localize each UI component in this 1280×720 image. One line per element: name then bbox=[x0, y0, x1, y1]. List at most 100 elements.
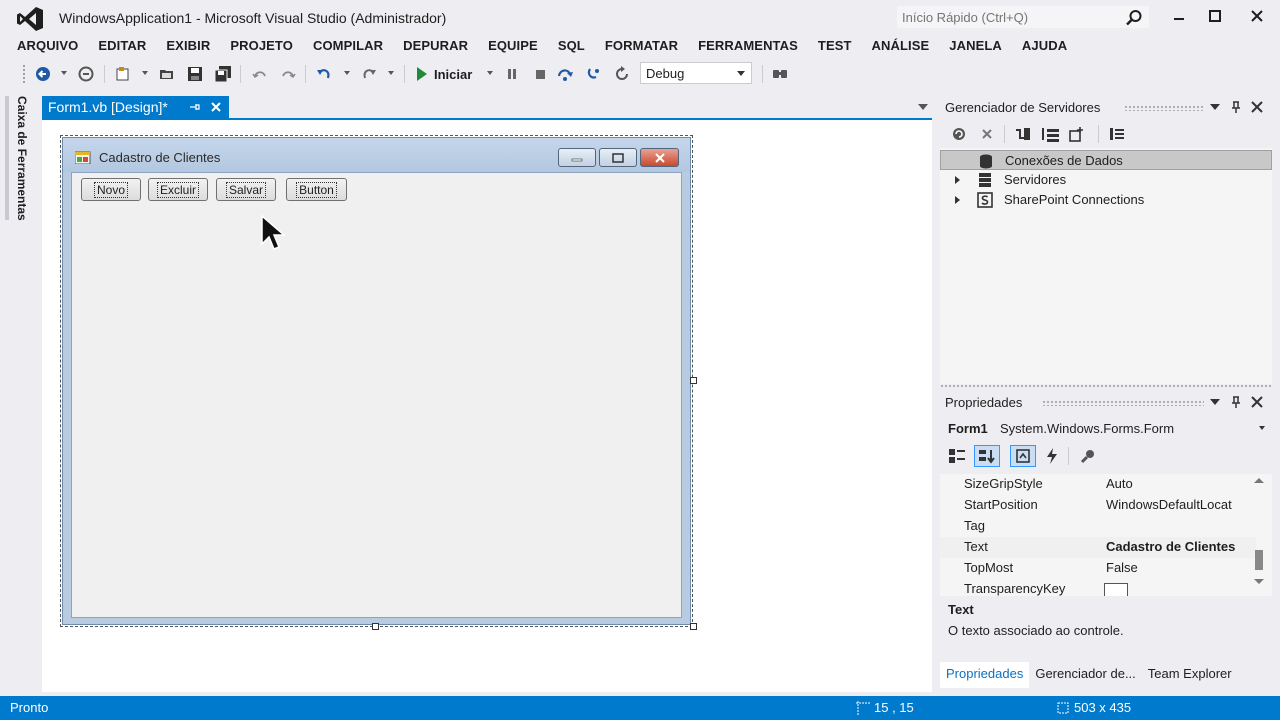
step-into-button[interactable] bbox=[585, 65, 603, 83]
server-explorer-pin-button[interactable] bbox=[1229, 100, 1243, 114]
save-all-button[interactable] bbox=[214, 65, 232, 83]
server-explorer-options-button[interactable] bbox=[1208, 100, 1222, 114]
property-value[interactable]: False bbox=[1106, 560, 1252, 575]
form-minimize-button[interactable] bbox=[558, 148, 596, 167]
navigate-back-button[interactable] bbox=[34, 65, 52, 83]
scrollbar-thumb[interactable] bbox=[1255, 550, 1263, 570]
new-project-button[interactable] bbox=[114, 65, 132, 83]
property-value[interactable]: WindowsDefaultLocat bbox=[1106, 497, 1252, 512]
quick-launch-input[interactable] bbox=[897, 6, 1117, 28]
panel-grip[interactable] bbox=[1042, 400, 1204, 406]
property-value[interactable]: Auto bbox=[1106, 476, 1252, 491]
menu-projeto[interactable]: PROJETO bbox=[220, 36, 303, 58]
salvar-button[interactable]: Salvar bbox=[216, 178, 276, 201]
property-pages-button[interactable] bbox=[1079, 447, 1097, 465]
menu-equipe[interactable]: EQUIPE bbox=[478, 36, 548, 58]
novo-button[interactable]: Novo bbox=[81, 178, 141, 201]
menu-sql[interactable]: SQL bbox=[548, 36, 595, 58]
redo-dropdown-caret[interactable] bbox=[388, 71, 394, 75]
expand-arrow-icon[interactable] bbox=[955, 176, 960, 184]
server-explorer-close-button[interactable] bbox=[1250, 100, 1264, 114]
document-tab-form1-design[interactable]: Form1.vb [Design]* bbox=[42, 96, 229, 118]
close-window-button[interactable] bbox=[1240, 4, 1274, 28]
properties-options-button[interactable] bbox=[1208, 395, 1222, 409]
property-grid-scrollbar[interactable] bbox=[1252, 476, 1266, 590]
save-button[interactable] bbox=[186, 65, 204, 83]
tab-properties[interactable]: Propriedades bbox=[940, 662, 1030, 688]
start-debugging-button[interactable]: Iniciar bbox=[416, 64, 472, 84]
menu-compilar[interactable]: COMPILAR bbox=[303, 36, 393, 58]
property-row[interactable]: SizeGripStyle Auto bbox=[940, 474, 1256, 495]
alphabetical-button[interactable] bbox=[974, 445, 1000, 467]
new-dropdown-caret[interactable] bbox=[142, 71, 148, 75]
solution-configuration-select[interactable]: Debug bbox=[640, 62, 752, 84]
menu-test[interactable]: TEST bbox=[808, 36, 862, 58]
scroll-down-icon[interactable] bbox=[1252, 578, 1266, 586]
start-dropdown-caret[interactable] bbox=[487, 71, 493, 75]
toolbar-grip[interactable] bbox=[22, 64, 26, 84]
design-form-client-area[interactable]: Novo Excluir Salvar Button bbox=[71, 172, 682, 618]
undo-dropdown-caret[interactable] bbox=[344, 71, 350, 75]
menu-exibir[interactable]: EXIBIR bbox=[156, 36, 220, 58]
properties-pin-button[interactable] bbox=[1229, 395, 1243, 409]
properties-object-selector[interactable]: Form1 System.Windows.Forms.Form bbox=[940, 418, 1272, 440]
tab-team-explorer[interactable]: Team Explorer bbox=[1142, 662, 1238, 688]
stop-button[interactable] bbox=[531, 65, 549, 83]
menu-arquivo[interactable]: ARQUIVO bbox=[8, 36, 88, 58]
connect-database-button[interactable] bbox=[1014, 125, 1032, 143]
tree-node-servers[interactable]: Servidores bbox=[940, 170, 1272, 190]
form-close-button[interactable] bbox=[640, 148, 679, 167]
tree-node-sharepoint[interactable]: SharePoint Connections bbox=[940, 190, 1272, 210]
resize-handle-right[interactable] bbox=[690, 377, 697, 384]
pin-tab-icon[interactable] bbox=[188, 100, 202, 114]
design-form-window[interactable]: Cadastro de Clientes Novo Excluir Salvar… bbox=[62, 137, 691, 625]
tree-node-data-connections[interactable]: Conexões de Dados bbox=[940, 150, 1272, 170]
pause-button[interactable] bbox=[503, 65, 521, 83]
scroll-up-icon[interactable] bbox=[1252, 476, 1266, 484]
form-maximize-button[interactable] bbox=[599, 148, 637, 167]
search-icon[interactable] bbox=[1125, 9, 1143, 27]
maximize-button[interactable] bbox=[1198, 4, 1232, 28]
resize-handle-bottom[interactable] bbox=[372, 623, 379, 630]
connect-sharepoint-button[interactable] bbox=[1068, 125, 1086, 143]
color-swatch[interactable] bbox=[1104, 583, 1128, 596]
property-row-selected[interactable]: Text Cadastro de Clientes bbox=[940, 537, 1256, 558]
property-row[interactable]: TransparencyKey bbox=[940, 579, 1256, 596]
delete-button[interactable] bbox=[978, 125, 996, 143]
undo-button[interactable] bbox=[315, 65, 333, 83]
back-dropdown-caret[interactable] bbox=[61, 71, 67, 75]
menu-depurar[interactable]: DEPURAR bbox=[393, 36, 478, 58]
property-row[interactable]: TopMost False bbox=[940, 558, 1256, 579]
menu-editar[interactable]: EDITAR bbox=[88, 36, 156, 58]
property-value[interactable]: Cadastro de Clientes bbox=[1106, 539, 1252, 554]
view-properties-button[interactable] bbox=[1108, 125, 1126, 143]
generic-button[interactable]: Button bbox=[286, 178, 347, 201]
step-over-button[interactable] bbox=[557, 65, 575, 83]
panel-splitter[interactable] bbox=[940, 384, 1272, 388]
close-tab-icon[interactable] bbox=[208, 99, 224, 115]
connect-server-button[interactable] bbox=[1042, 125, 1060, 143]
resize-handle-corner[interactable] bbox=[690, 623, 697, 630]
menu-ferramentas[interactable]: FERRAMENTAS bbox=[688, 36, 808, 58]
undo-close-button[interactable] bbox=[251, 65, 269, 83]
redo-close-button[interactable] bbox=[279, 65, 297, 83]
toolbox-tab[interactable]: Caixa de Ferramentas bbox=[15, 96, 29, 221]
property-row[interactable]: StartPosition WindowsDefaultLocat bbox=[940, 495, 1256, 516]
excluir-button[interactable]: Excluir bbox=[148, 178, 208, 201]
tab-server-explorer[interactable]: Gerenciador de... bbox=[1029, 662, 1141, 688]
menu-analise[interactable]: ANÁLISE bbox=[862, 36, 940, 58]
expand-arrow-icon[interactable] bbox=[955, 196, 960, 204]
restart-button[interactable] bbox=[613, 65, 631, 83]
properties-close-button[interactable] bbox=[1250, 395, 1264, 409]
events-button[interactable] bbox=[1043, 447, 1061, 465]
navigate-forward-button[interactable] bbox=[77, 65, 95, 83]
menu-ajuda[interactable]: AJUDA bbox=[1012, 36, 1077, 58]
property-row[interactable]: Tag bbox=[940, 516, 1256, 537]
quick-launch-box[interactable] bbox=[896, 5, 1150, 29]
open-file-button[interactable] bbox=[158, 65, 176, 83]
panel-grip[interactable] bbox=[1124, 105, 1204, 111]
menu-janela[interactable]: JANELA bbox=[939, 36, 1012, 58]
minimize-button[interactable] bbox=[1162, 4, 1196, 28]
design-form-titlebar[interactable]: Cadastro de Clientes bbox=[63, 138, 690, 172]
redo-button[interactable] bbox=[360, 65, 378, 83]
